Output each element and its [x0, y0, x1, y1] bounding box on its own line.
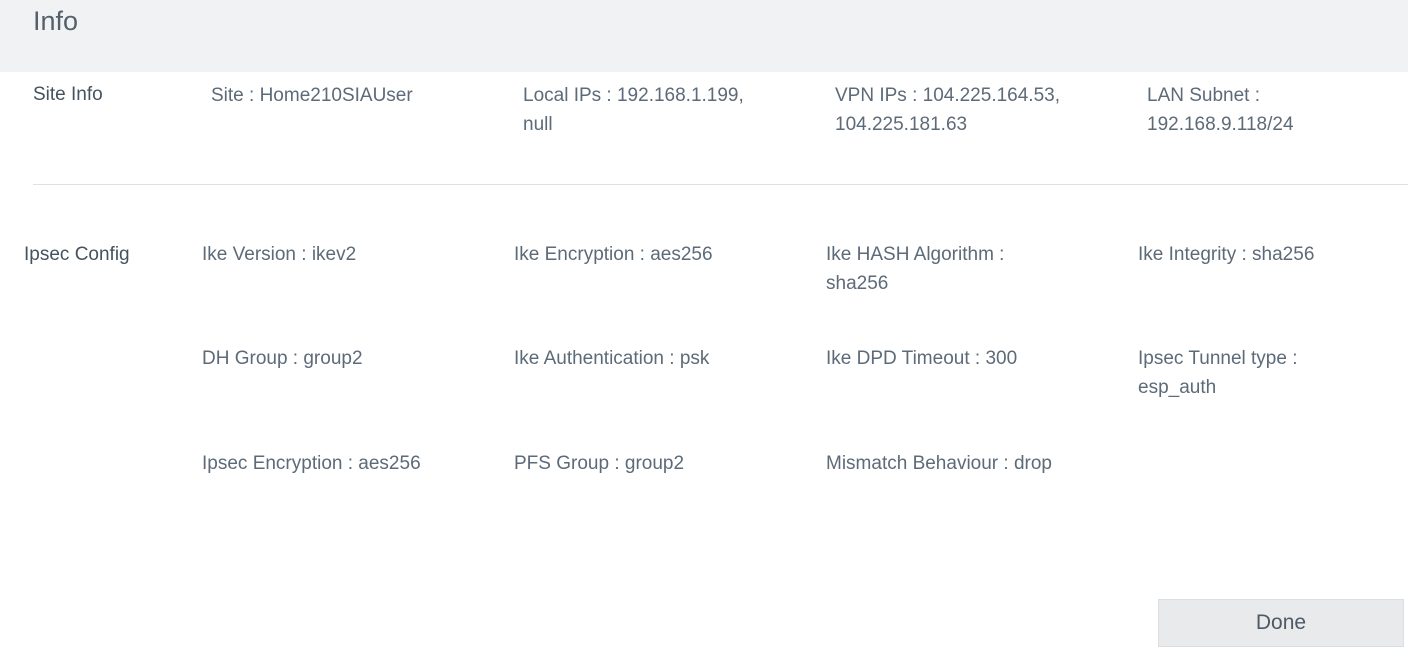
pfs-group-field: PFS Group : group2 [514, 453, 685, 474]
lan-subnet-field: LAN Subnet : 192.168.9.118/24 [1147, 81, 1294, 139]
ike-hash-line2: sha256 [826, 273, 889, 294]
ipsec-encryption-field: Ipsec Encryption : aes256 [202, 453, 421, 474]
ike-authentication-field: Ike Authentication : psk [514, 348, 710, 369]
done-button[interactable]: Done [1158, 599, 1404, 647]
ipsec-tunnel-type-line2: esp_auth [1138, 377, 1217, 398]
dialog-header: Info [0, 0, 1408, 72]
site-field: Site : Home210SIAUser [211, 81, 413, 110]
ipsec-tunnel-type-field: Ipsec Tunnel type : esp_auth [1138, 344, 1298, 402]
lan-subnet-line1: LAN Subnet : [1147, 85, 1261, 106]
local-ips-field: Local IPs : 192.168.1.199, null [523, 81, 744, 139]
ike-hash-line1: Ike HASH Algorithm : [826, 244, 1005, 265]
vpn-ips-line1: VPN IPs : 104.225.164.53, [835, 85, 1060, 106]
ike-version-field: Ike Version : ikev2 [202, 244, 357, 265]
vpn-ips-field: VPN IPs : 104.225.164.53, 104.225.181.63 [835, 81, 1060, 139]
ipsec-tunnel-type-line1: Ipsec Tunnel type : [1138, 348, 1298, 369]
section-divider [33, 184, 1408, 185]
vpn-ips-line2: 104.225.181.63 [835, 114, 968, 135]
ike-integrity-field: Ike Integrity : sha256 [1138, 244, 1315, 265]
local-ips-line1: Local IPs : 192.168.1.199, [523, 85, 744, 106]
ike-encryption-field: Ike Encryption : aes256 [514, 244, 713, 265]
ipsec-config-label: Ipsec Config [24, 244, 130, 265]
dialog-title: Info [33, 6, 79, 36]
dh-group-field: DH Group : group2 [202, 348, 363, 369]
local-ips-line2: null [523, 114, 553, 135]
site-value: Site : Home210SIAUser [211, 85, 413, 106]
lan-subnet-line2: 192.168.9.118/24 [1147, 114, 1294, 135]
mismatch-behaviour-field: Mismatch Behaviour : drop [826, 453, 1052, 474]
ike-dpd-timeout-field: Ike DPD Timeout : 300 [826, 348, 1018, 369]
ike-hash-algorithm-field: Ike HASH Algorithm : sha256 [826, 240, 1004, 298]
site-info-label: Site Info [33, 84, 103, 105]
